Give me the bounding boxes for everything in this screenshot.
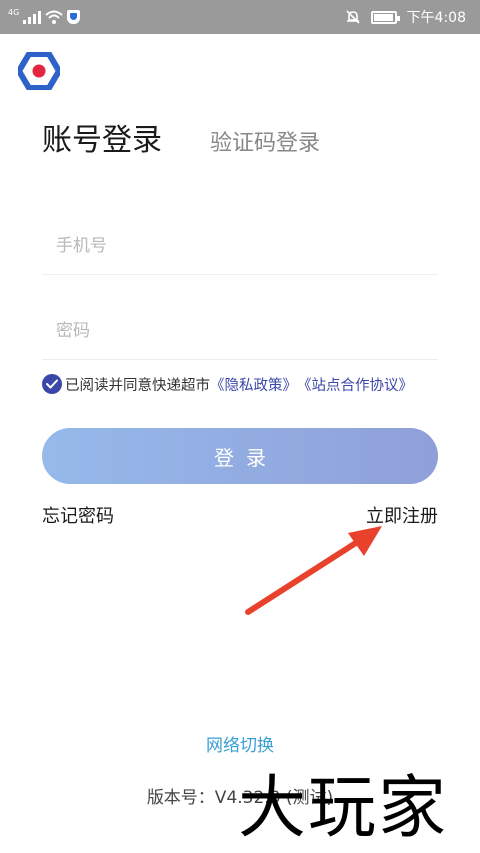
status-right: 下午4:08 (345, 5, 466, 29)
agreement-row: 已阅读并同意快递超市 《隐私政策》 《站点合作协议》 (42, 373, 413, 395)
check-icon (46, 379, 58, 389)
app-logo-icon (18, 52, 60, 90)
tab-sms-login[interactable]: 验证码登录 (210, 125, 320, 157)
mute-bell-icon (345, 10, 360, 24)
login-button[interactable]: 登录 (42, 428, 438, 484)
status-left: 4G (8, 7, 81, 27)
partner-agreement-link[interactable]: 《站点合作协议》 (297, 374, 413, 395)
watermark: 大玩家 (238, 769, 449, 848)
tab-account-login[interactable]: 账号登录 (42, 115, 162, 159)
red-arrow-annotation (245, 526, 382, 615)
battery-icon (370, 10, 400, 24)
password-input[interactable] (56, 318, 416, 344)
phone-input[interactable] (56, 233, 416, 259)
phone-field (42, 215, 438, 275)
password-field (42, 300, 438, 360)
agreement-text: 已阅读并同意快递超市 (65, 377, 210, 394)
network-switch-link[interactable]: 网络切换 (0, 731, 480, 756)
agreement-checkbox[interactable] (42, 374, 62, 394)
signal-icon (23, 10, 42, 24)
clock: 下午4:08 (406, 10, 466, 26)
network-type-label: 4G (8, 7, 20, 17)
forgot-password-link[interactable]: 忘记密码 (42, 502, 114, 528)
security-shield-icon (67, 10, 81, 24)
status-bar: 4G 下午4:08 (0, 0, 480, 34)
wifi-icon (45, 10, 63, 24)
privacy-policy-link[interactable]: 《隐私政策》 (210, 374, 297, 395)
